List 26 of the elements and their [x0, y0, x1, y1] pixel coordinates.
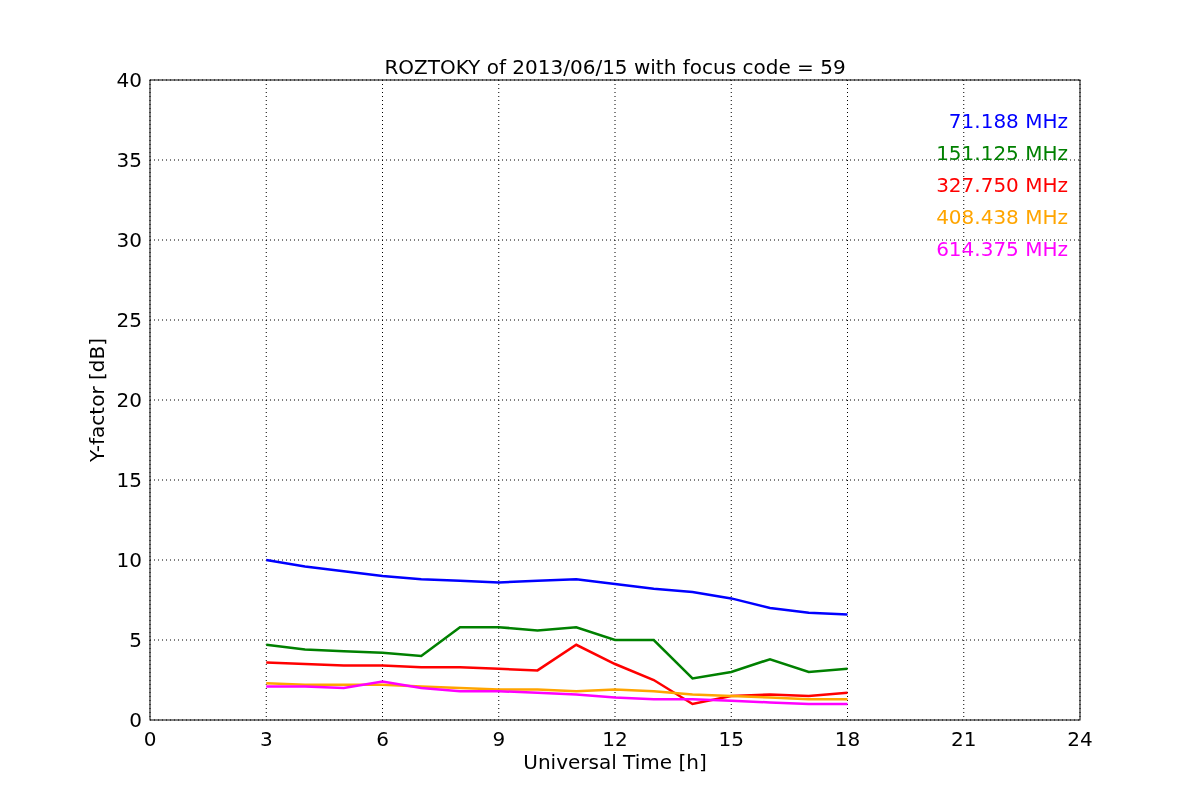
legend-label: 408.438 MHz	[936, 205, 1068, 229]
y-tick-label: 15	[116, 468, 142, 492]
x-tick-label: 3	[259, 727, 273, 751]
x-tick-label: 21	[951, 727, 977, 751]
x-tick-label: 15	[718, 727, 744, 751]
legend-label: 71.188 MHz	[948, 109, 1068, 133]
legend-label: 327.750 MHz	[936, 173, 1068, 197]
chart-title: ROZTOKY of 2013/06/15 with focus code = 59	[384, 55, 846, 79]
y-tick-label: 0	[129, 708, 142, 732]
x-tick-label: 24	[1067, 727, 1093, 751]
y-tick-label: 40	[116, 68, 142, 92]
x-axis-label: Universal Time [h]	[523, 750, 707, 774]
y-axis-label: Y-factor [dB]	[85, 338, 109, 462]
x-tick-label: 18	[834, 727, 861, 751]
x-tick-label: 0	[143, 727, 157, 751]
y-tick-label: 5	[129, 628, 142, 652]
y-tick-label: 25	[116, 308, 142, 332]
y-tick-label: 20	[116, 388, 142, 412]
y-tick-label: 35	[116, 148, 142, 172]
legend-label: 614.375 MHz	[936, 237, 1068, 261]
y-tick-label: 30	[116, 228, 142, 252]
legend-label: 151.125 MHz	[936, 141, 1068, 165]
x-tick-label: 12	[602, 727, 628, 751]
x-tick-label: 6	[376, 727, 389, 751]
x-tick-label: 9	[492, 727, 506, 751]
y-tick-label: 10	[116, 548, 142, 572]
